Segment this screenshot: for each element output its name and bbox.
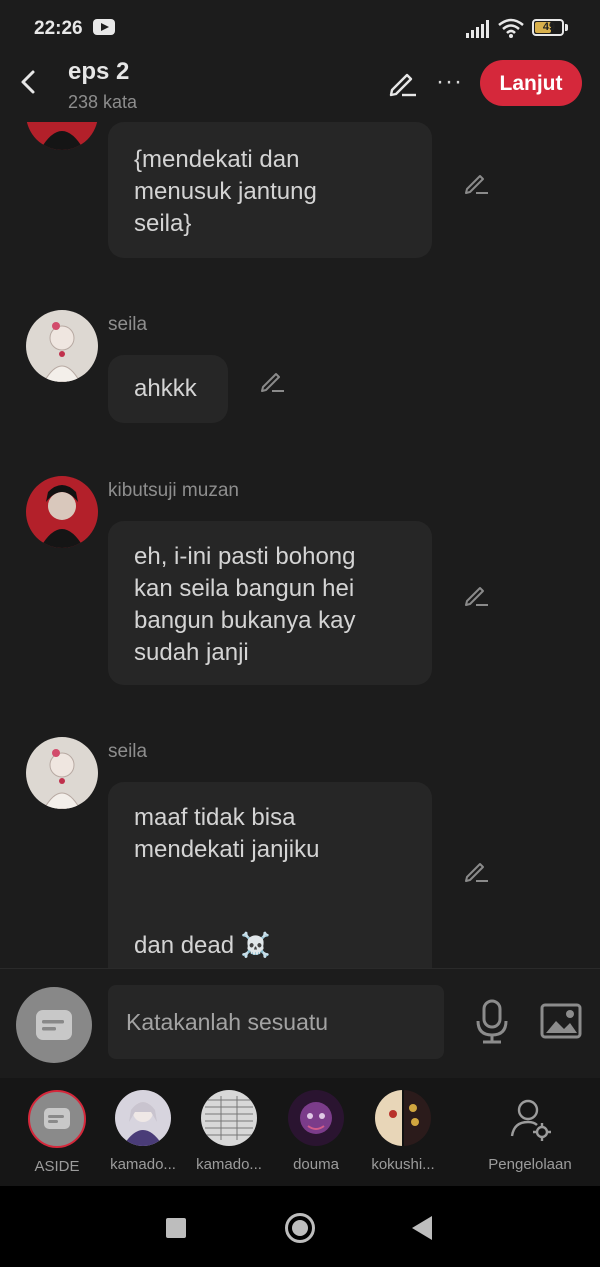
battery-icon: 49 bbox=[532, 19, 564, 36]
chat-bubble-icon bbox=[36, 1010, 72, 1040]
word-count: 238 kata bbox=[68, 92, 138, 112]
edit-message-icon[interactable] bbox=[464, 582, 490, 608]
edit-message-icon[interactable] bbox=[260, 368, 286, 394]
character-label: douma bbox=[293, 1156, 339, 1173]
message-bubble: ahkkk bbox=[108, 355, 228, 423]
avatar-kibutsuji-muzan[interactable] bbox=[26, 122, 98, 150]
signal-icon bbox=[466, 20, 489, 38]
microphone-icon[interactable] bbox=[472, 999, 512, 1045]
system-back-icon[interactable] bbox=[412, 1216, 432, 1240]
character-bar: ASIDE kamado... kamado... douma kokushi.… bbox=[0, 1078, 600, 1186]
sender-name: kibutsuji muzan bbox=[108, 480, 239, 501]
character-douma[interactable]: douma bbox=[273, 1090, 359, 1173]
back-icon[interactable] bbox=[14, 66, 42, 98]
character-label: kamado... bbox=[196, 1156, 262, 1173]
recent-apps-icon[interactable] bbox=[166, 1218, 186, 1238]
chat-thread: {mendekati dan menusuk jantung seila} se… bbox=[0, 122, 600, 968]
character-avatar bbox=[201, 1090, 257, 1146]
character-label: Pengelolaan bbox=[488, 1156, 572, 1173]
image-icon[interactable] bbox=[540, 1003, 582, 1039]
character-avatar bbox=[288, 1090, 344, 1146]
youtube-notification-icon bbox=[93, 19, 115, 35]
status-bar: 22:26 49 bbox=[0, 0, 600, 58]
character-avatar bbox=[375, 1090, 431, 1146]
wifi-icon bbox=[498, 18, 524, 38]
edit-message-icon[interactable] bbox=[464, 858, 490, 884]
character-label: ASIDE bbox=[34, 1158, 80, 1175]
message-input[interactable] bbox=[108, 985, 444, 1059]
home-icon[interactable] bbox=[285, 1213, 315, 1243]
character-label: kamado... bbox=[110, 1156, 176, 1173]
manage-characters[interactable]: Pengelolaan bbox=[484, 1090, 576, 1173]
more-options-icon[interactable]: ··· bbox=[436, 68, 463, 96]
system-navigation-bar bbox=[0, 1186, 600, 1267]
message-bubble: eh, i-ini pasti bohong kan seila bangun … bbox=[108, 521, 432, 685]
sender-name: seila bbox=[108, 314, 148, 335]
episode-header: eps 2 238 kata ··· Lanjut bbox=[0, 58, 600, 122]
episode-title: eps 2 bbox=[68, 58, 130, 85]
status-time: 22:26 bbox=[34, 18, 83, 39]
battery-level: 49 bbox=[542, 21, 556, 33]
character-kokushibo[interactable]: kokushi... bbox=[360, 1090, 446, 1173]
message-bubble: maaf tidak bisa mendekati janjiku dan de… bbox=[108, 782, 432, 968]
edit-icon[interactable] bbox=[388, 68, 418, 98]
next-button[interactable]: Lanjut bbox=[480, 60, 582, 106]
avatar-seila[interactable] bbox=[26, 737, 98, 809]
avatar-kibutsuji-muzan[interactable] bbox=[26, 476, 98, 548]
sender-name: seila bbox=[108, 741, 148, 762]
character-label: kokushi... bbox=[371, 1156, 435, 1173]
user-settings-icon bbox=[502, 1090, 558, 1146]
aside-icon bbox=[28, 1090, 86, 1148]
message-composer bbox=[0, 968, 600, 1079]
avatar-seila[interactable] bbox=[26, 310, 98, 382]
message-bubble: {mendekati dan menusuk jantung seila} bbox=[108, 122, 432, 258]
aside-toggle-button[interactable] bbox=[16, 987, 92, 1063]
character-kamado-1[interactable]: kamado... bbox=[100, 1090, 186, 1173]
edit-message-icon[interactable] bbox=[464, 170, 490, 196]
character-kamado-2[interactable]: kamado... bbox=[186, 1090, 272, 1173]
character-avatar bbox=[115, 1090, 171, 1146]
character-aside[interactable]: ASIDE bbox=[14, 1090, 100, 1175]
